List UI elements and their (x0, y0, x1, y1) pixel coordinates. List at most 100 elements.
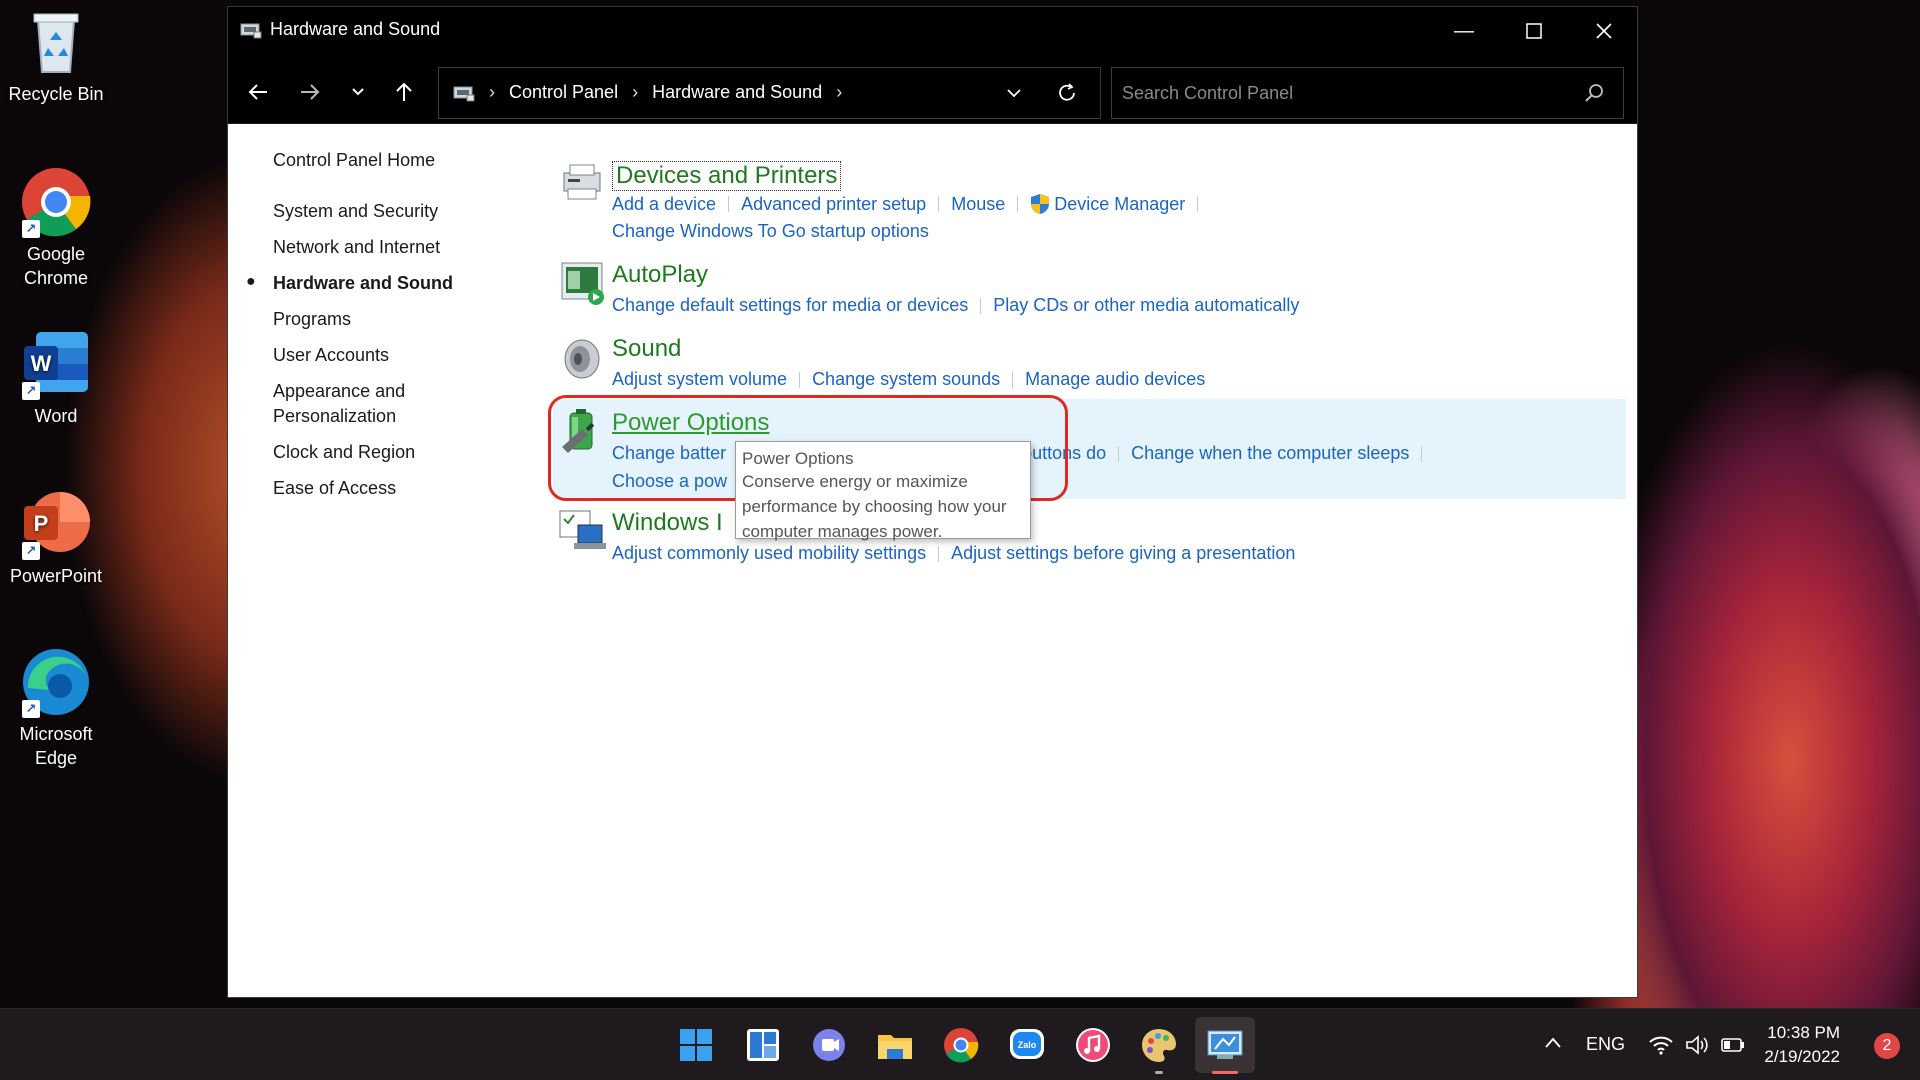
chevron-right-icon[interactable]: › (489, 82, 495, 103)
mouse-link[interactable]: Mouse (951, 194, 1005, 215)
sidebar-item-appearance-and-personalization[interactable]: Appearance and (273, 379, 405, 403)
window-title: Hardware and Sound (270, 19, 441, 39)
speaker-icon (564, 339, 600, 379)
close-icon (1596, 23, 1612, 39)
address-bar[interactable]: › Control Panel › Hardware and Sound › (438, 67, 1101, 119)
uac-shield-icon (1031, 194, 1050, 214)
recycle-bin-icon (20, 6, 92, 78)
address-dropdown-icon[interactable] (1005, 84, 1023, 102)
search-input[interactable] (1122, 80, 1562, 106)
edge-icon: ↗ (20, 646, 92, 718)
desktop-icon-microsoft-edge[interactable]: ↗ Microsoft Edge (8, 646, 104, 770)
search-icon[interactable] (1583, 82, 1605, 104)
desktop-icon-label: Word (34, 406, 78, 426)
system-clock[interactable]: 10:38 PM 2/19/2022 (1764, 1021, 1840, 1069)
minimize-button[interactable]: — (1429, 7, 1499, 56)
link-separator (1197, 196, 1199, 212)
device-manager-link[interactable]: Device Manager (1054, 194, 1185, 215)
maximize-button[interactable] (1499, 7, 1569, 56)
up-button[interactable] (386, 74, 422, 110)
search-box[interactable] (1111, 67, 1624, 119)
sidebar-item-network-and-internet[interactable]: Network and Internet (273, 235, 440, 259)
sidebar-item-hardware-and-sound[interactable]: Hardware and Sound (273, 271, 453, 295)
change-windows-to-go-link[interactable]: Change Windows To Go startup options (612, 221, 929, 242)
svg-text:W: W (31, 351, 52, 376)
refresh-icon[interactable] (1056, 82, 1078, 104)
desktop-icon-google-chrome[interactable]: ↗ Google Chrome (8, 166, 104, 290)
desktop-icon-recycle-bin[interactable]: Recycle Bin (8, 6, 104, 106)
add-a-device-link[interactable]: Add a device (612, 194, 716, 215)
desktop-icon-word[interactable]: W ↗ Word (8, 328, 104, 428)
active-indicator (1212, 1071, 1238, 1074)
windows-mobility-center-link[interactable]: Windows I (612, 509, 723, 537)
mobility-links-row: Adjust commonly used mobility settings A… (612, 543, 1295, 564)
svg-text:P: P (34, 511, 49, 536)
itunes-icon[interactable] (1071, 1023, 1115, 1067)
adjust-system-volume-link[interactable]: Adjust system volume (612, 369, 787, 390)
sidebar-item-system-and-security[interactable]: System and Security (273, 199, 438, 223)
tooltip-line: Conserve energy or maximize (742, 472, 968, 491)
close-button[interactable] (1569, 7, 1639, 56)
running-indicator (1155, 1071, 1163, 1074)
taskbar: Zalo ENG 10:38 PM 2/19/2022 2 (0, 1008, 1920, 1080)
wifi-icon[interactable] (1648, 1034, 1674, 1056)
control-panel-home-link[interactable]: Control Panel Home (273, 148, 435, 172)
chevron-right-icon[interactable]: › (836, 82, 842, 103)
sidebar-item-clock-and-region[interactable]: Clock and Region (273, 440, 415, 464)
adjust-mobility-settings-link[interactable]: Adjust commonly used mobility settings (612, 543, 926, 564)
sidebar-item-user-accounts[interactable]: User Accounts (273, 343, 389, 367)
forward-button[interactable] (292, 74, 328, 110)
breadcrumb-control-panel[interactable]: Control Panel (509, 82, 618, 103)
title-bar: Hardware and Sound — (228, 7, 1637, 56)
play-cds-link[interactable]: Play CDs or other media automatically (993, 295, 1299, 316)
desktop-icon-label: Google Chrome (23, 244, 89, 288)
autoplay-link[interactable]: AutoPlay (612, 261, 708, 289)
link-separator (938, 545, 940, 562)
autoplay-icon (561, 262, 604, 305)
chrome-icon[interactable] (939, 1023, 983, 1067)
adjust-presentation-settings-link[interactable]: Adjust settings before giving a presenta… (951, 543, 1295, 564)
advanced-printer-setup-link[interactable]: Advanced printer setup (741, 194, 926, 215)
desktop-icon-label: PowerPoint (9, 566, 103, 586)
sound-link[interactable]: Sound (612, 335, 681, 363)
clock-date: 2/19/2022 (1764, 1047, 1840, 1066)
back-button[interactable] (240, 74, 276, 110)
recent-locations-button[interactable] (340, 74, 376, 110)
powerpoint-icon: P ↗ (20, 488, 92, 560)
link-separator (980, 297, 982, 314)
desktop-icon-powerpoint[interactable]: P ↗ PowerPoint (8, 488, 104, 588)
manage-audio-devices-link[interactable]: Manage audio devices (1025, 369, 1205, 390)
change-when-computer-sleeps-link[interactable]: Change when the computer sleeps (1131, 443, 1409, 464)
file-explorer-icon[interactable] (873, 1023, 917, 1067)
sidebar-item-ease-of-access[interactable]: Ease of Access (273, 476, 396, 500)
svg-text:Zalo: Zalo (1018, 1040, 1037, 1050)
sidebar-item-appearance-and-personalization-line2[interactable]: Personalization (273, 404, 396, 428)
autoplay-links-row: Change default settings for media or dev… (612, 295, 1299, 316)
paint-icon[interactable] (1137, 1023, 1181, 1067)
teams-chat-icon[interactable] (807, 1023, 851, 1067)
chrome-icon: ↗ (20, 166, 92, 238)
chevron-down-icon (352, 88, 364, 96)
notification-badge[interactable]: 2 (1874, 1033, 1900, 1059)
control-panel-icon (240, 23, 262, 39)
windows-start-icon[interactable] (674, 1023, 718, 1067)
shortcut-arrow-icon: ↗ (22, 220, 40, 238)
link-separator (1118, 445, 1120, 462)
input-language[interactable]: ENG (1586, 1034, 1625, 1055)
arrow-right-icon (301, 84, 320, 100)
sidebar-item-programs[interactable]: Programs (273, 307, 351, 331)
devices-and-printers-link[interactable]: Devices and Printers (612, 161, 842, 191)
arrow-up-icon (396, 82, 412, 101)
breadcrumb-hardware-and-sound[interactable]: Hardware and Sound (652, 82, 822, 103)
volume-icon[interactable] (1684, 1034, 1710, 1056)
zalo-icon[interactable]: Zalo (1005, 1023, 1049, 1067)
battery-icon[interactable] (1720, 1036, 1746, 1054)
control-panel-icon[interactable] (1203, 1023, 1247, 1067)
devices-links-row: Add a device Advanced printer setup Mous… (612, 193, 1210, 215)
chevron-right-icon[interactable]: › (632, 82, 638, 103)
chevron-up-icon[interactable] (1543, 1035, 1563, 1051)
change-system-sounds-link[interactable]: Change system sounds (812, 369, 1000, 390)
widgets-icon[interactable] (741, 1023, 785, 1067)
active-bullet-icon: ● (246, 273, 256, 290)
change-default-settings-link[interactable]: Change default settings for media or dev… (612, 295, 968, 316)
